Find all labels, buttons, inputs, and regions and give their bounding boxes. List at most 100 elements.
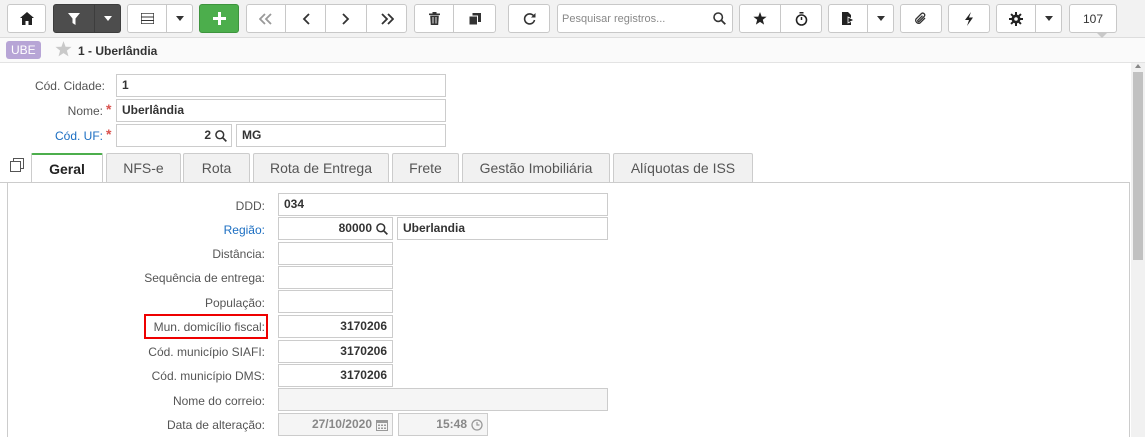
record-badge: UBE [6,41,41,59]
double-chevron-right-icon [380,12,394,25]
chevron-left-icon [302,12,310,25]
favorite-button[interactable] [739,4,781,33]
required-marker: * [106,101,112,117]
filter-icon [68,12,80,25]
ddd-field[interactable]: 034 [278,193,608,216]
previous-record-button[interactable] [285,4,326,33]
tab-nfse[interactable]: NFS-e [106,153,181,182]
plus-icon [212,12,226,25]
record-header: UBE 1 - Uberlândia [0,38,1145,63]
cod-uf-label[interactable]: Cód. UF: [55,129,103,143]
regiao-label[interactable]: Região: [224,223,265,237]
add-button[interactable] [199,4,239,33]
nome-label: Nome: [67,104,103,118]
refresh-icon [523,13,535,25]
home-icon [19,12,34,25]
data-alteracao-date-field: 27/10/2020 [278,413,393,436]
home-button[interactable] [7,4,46,33]
sequencia-entrega-label: Sequência de entrega: [144,271,265,285]
file-export-icon [842,12,854,25]
settings-button[interactable] [996,4,1036,33]
double-chevron-left-icon [259,12,272,25]
uf-description-field: MG [236,124,446,147]
data-alteracao-time-field: 15:48 [398,413,488,436]
stopwatch-icon [795,11,807,26]
refresh-button[interactable] [508,4,550,33]
distancia-label: Distância: [212,247,265,261]
settings-dropdown[interactable] [1036,4,1062,33]
chevron-down-icon [175,16,184,21]
record-counter[interactable]: 107 [1069,4,1117,33]
tab-gestao-imobiliaria[interactable]: Gestão Imobiliária [462,153,610,182]
toolbar: 107 [0,0,1145,38]
data-alteracao-label: Data de alteração: [166,418,265,432]
cod-siafi-field[interactable]: 3170206 [278,340,393,363]
cod-cidade-field[interactable]: 1 [116,74,446,97]
highlight-box [144,314,268,339]
nome-correio-field [278,388,608,411]
nome-field[interactable]: Uberlândia [116,99,446,122]
data-alteracao-date: 27/10/2020 [311,417,372,431]
chevron-down-icon [103,16,112,21]
populacao-label: População: [204,296,265,310]
view-button[interactable] [127,4,167,33]
first-record-button[interactable] [246,4,286,33]
view-dropdown[interactable] [167,4,193,33]
scrollbar-thumb[interactable] [1133,72,1143,260]
distancia-field[interactable] [278,242,393,265]
search-box [557,4,733,33]
populacao-field[interactable] [278,290,393,313]
cod-cidade-label: Cód. Cidade: [34,79,105,93]
filter-button[interactable] [53,4,95,33]
chevron-down-icon [1044,16,1053,21]
scroll-up-arrow[interactable] [1135,64,1141,68]
tab-geral[interactable]: Geral [31,153,103,183]
trash-icon [428,12,440,25]
calendar-icon [376,420,388,431]
tab-rota-de-entrega[interactable]: Rota de Entrega [253,153,389,182]
sequencia-entrega-field[interactable] [278,266,393,289]
paperclip-icon [915,11,926,24]
attachments-button[interactable] [900,4,942,33]
cod-uf-value: 2 [204,128,211,142]
list-view-icon [140,13,154,24]
regiao-value: 80000 [338,221,372,235]
chevron-right-icon [342,12,350,25]
ddd-label: DDD: [235,199,265,213]
search-input[interactable] [562,10,707,28]
cod-siafi-label: Cód. município SIAFI: [148,345,265,359]
actions-button[interactable] [948,4,990,33]
lightning-icon [965,11,973,26]
next-record-button[interactable] [325,4,367,33]
cod-dms-label: Cód. município DMS: [151,369,265,383]
report-dropdown[interactable] [868,4,894,33]
nome-correio-label: Nome do correio: [172,394,265,408]
tab-aliquotas-de-iss[interactable]: Alíquotas de ISS [613,153,753,182]
copy-icon [468,12,481,25]
report-button[interactable] [828,4,868,33]
data-alteracao-time: 15:48 [436,417,467,431]
star-icon[interactable] [55,41,72,57]
page-title: 1 - Uberlândia [78,44,158,58]
required-marker: * [106,126,112,142]
clock-icon [471,419,483,431]
mun-domicilio-fiscal-field[interactable]: 3170206 [278,315,393,338]
tab-bar: Geral NFS-e Rota Rota de Entrega Frete G… [0,153,1145,183]
last-record-button[interactable] [366,4,407,33]
search-icon[interactable] [215,130,227,142]
regiao-description-field: Uberlandia [397,217,608,240]
gear-icon [1009,11,1023,26]
cod-dms-field[interactable]: 3170206 [278,364,393,387]
regiao-field[interactable]: 80000 [278,217,393,240]
search-icon[interactable] [376,223,388,235]
delete-button[interactable] [414,4,454,33]
chevron-down-icon [876,16,885,21]
tab-rota[interactable]: Rota [183,153,250,182]
tab-frete[interactable]: Frete [392,153,459,182]
cod-uf-field[interactable]: 2 [116,124,232,147]
search-icon[interactable] [713,12,726,25]
filter-dropdown[interactable] [95,4,121,33]
timer-button[interactable] [780,4,822,33]
duplicate-button[interactable] [453,4,496,33]
star-icon [753,12,767,25]
